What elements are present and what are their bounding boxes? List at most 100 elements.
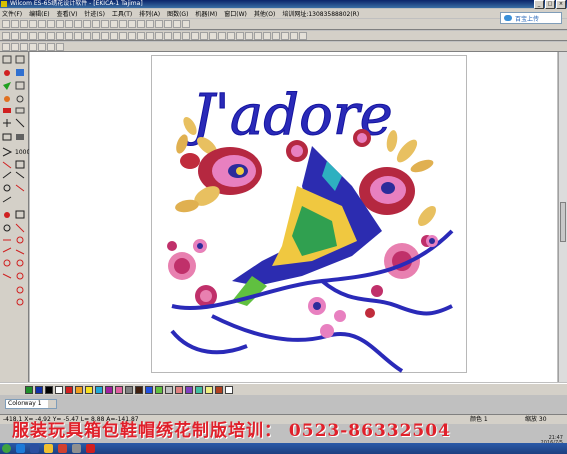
scale-icon[interactable] <box>245 31 253 40</box>
palette-swatch[interactable] <box>195 386 203 394</box>
palette-swatch[interactable] <box>135 386 143 394</box>
chevron-down-icon[interactable] <box>48 400 56 408</box>
palette-swatch[interactable] <box>205 386 213 394</box>
density-icon[interactable] <box>209 31 217 40</box>
maximize-button[interactable]: □ <box>545 0 555 9</box>
palette-swatch[interactable] <box>215 386 223 394</box>
menu-other[interactable]: 其他(O) <box>254 9 275 18</box>
palette-swatch[interactable] <box>25 386 33 394</box>
palette-swatch[interactable] <box>105 386 113 394</box>
minimize-button[interactable]: _ <box>534 0 544 9</box>
palette-swatch[interactable] <box>55 386 63 394</box>
trim-icon[interactable] <box>119 31 127 40</box>
monogram-icon[interactable] <box>74 31 82 40</box>
stop-icon[interactable] <box>146 31 154 40</box>
rotate-icon[interactable] <box>236 31 244 40</box>
lettering-icon[interactable] <box>65 31 73 40</box>
array-icon[interactable] <box>254 31 262 40</box>
menu-window[interactable]: 窗口(W) <box>224 9 247 18</box>
palette-swatch[interactable] <box>145 386 153 394</box>
task-app-icon[interactable] <box>58 444 67 453</box>
applique-icon[interactable] <box>83 31 91 40</box>
angle-icon[interactable] <box>218 31 226 40</box>
print-icon[interactable] <box>29 20 37 28</box>
break-icon[interactable] <box>56 42 64 51</box>
palette-swatch[interactable] <box>185 386 193 394</box>
merge-icon[interactable] <box>38 42 46 51</box>
zoom-in-icon[interactable] <box>83 20 91 28</box>
tie-icon[interactable] <box>128 31 136 40</box>
redo-icon[interactable] <box>74 20 82 28</box>
auto-start-end-icon[interactable] <box>182 31 190 40</box>
new-icon[interactable] <box>2 20 10 28</box>
palette-swatch[interactable] <box>95 386 103 394</box>
pattern-fill-icon[interactable] <box>92 31 100 40</box>
paste-icon[interactable] <box>56 20 64 28</box>
menu-stitch[interactable]: 针迹(S) <box>84 9 105 18</box>
triple-stitch-icon[interactable] <box>29 31 37 40</box>
menu-tools[interactable]: 工具(T) <box>112 9 132 18</box>
close-button[interactable]: × <box>556 0 566 9</box>
reshape-node-icon[interactable] <box>20 42 28 51</box>
blanket-stitch-icon[interactable] <box>56 31 64 40</box>
menu-arrange[interactable]: 排列(A) <box>139 9 160 18</box>
copy-icon[interactable] <box>47 20 55 28</box>
measure-icon[interactable] <box>155 20 163 28</box>
travel-icon[interactable] <box>137 20 145 28</box>
palette-swatch[interactable] <box>75 386 83 394</box>
task-ie-icon[interactable] <box>16 444 25 453</box>
task-photoshop-icon[interactable] <box>30 444 39 453</box>
palette-swatch[interactable] <box>125 386 133 394</box>
unlock-icon[interactable] <box>290 31 298 40</box>
knife-icon[interactable] <box>29 42 37 51</box>
fill-stitch-icon[interactable] <box>20 31 28 40</box>
task-wilcom-icon[interactable] <box>72 444 81 453</box>
open-icon[interactable] <box>11 20 19 28</box>
menu-graphics[interactable]: 图数(G) <box>167 9 188 18</box>
palette-swatch[interactable] <box>35 386 43 394</box>
help-icon[interactable] <box>182 20 190 28</box>
menu-view[interactable]: 查看(V) <box>57 9 78 18</box>
branching-icon[interactable] <box>164 31 172 40</box>
lock-icon[interactable] <box>281 31 289 40</box>
start-button[interactable] <box>2 444 11 453</box>
sequence-icon[interactable] <box>155 31 163 40</box>
select-icon[interactable] <box>164 20 172 28</box>
backstitch-icon[interactable] <box>38 31 46 40</box>
palette-swatch[interactable] <box>45 386 53 394</box>
underlay-icon[interactable] <box>191 31 199 40</box>
embroidery-design[interactable]: J'adore <box>151 55 467 373</box>
outline-view-icon[interactable] <box>128 20 136 28</box>
ungroup-icon[interactable] <box>272 31 280 40</box>
pointer-icon[interactable] <box>2 42 10 51</box>
palette-swatch[interactable] <box>225 386 233 394</box>
zoom-out-icon[interactable] <box>92 20 100 28</box>
group-icon[interactable] <box>263 31 271 40</box>
needle-icon[interactable] <box>146 20 154 28</box>
palette-swatch[interactable] <box>165 386 173 394</box>
menu-training[interactable]: 培训网址:13083588802(R) <box>282 9 359 18</box>
split-icon[interactable] <box>47 42 55 51</box>
save-icon[interactable] <box>20 20 28 28</box>
palette-swatch[interactable] <box>115 386 123 394</box>
cut-icon[interactable] <box>38 20 46 28</box>
palette-swatch[interactable] <box>175 386 183 394</box>
vertical-scrollbar[interactable] <box>558 52 567 382</box>
show-all-icon[interactable] <box>101 20 109 28</box>
colorway-select[interactable]: Colorway 1 <box>5 399 57 409</box>
palette-swatch[interactable] <box>85 386 93 394</box>
palette-swatch[interactable] <box>65 386 73 394</box>
satin-stitch-icon[interactable] <box>11 31 19 40</box>
pull-comp-icon[interactable] <box>200 31 208 40</box>
upload-button[interactable]: 百宝上传 <box>500 12 562 24</box>
stitch-view-icon[interactable] <box>119 20 127 28</box>
arrow-icon[interactable] <box>11 42 19 51</box>
closest-join-icon[interactable] <box>173 31 181 40</box>
run-stitch-icon[interactable] <box>2 31 10 40</box>
reshape-icon[interactable] <box>173 20 181 28</box>
undo-icon[interactable] <box>65 20 73 28</box>
align-icon[interactable] <box>299 31 307 40</box>
task-media-icon[interactable] <box>86 444 95 453</box>
cross-stitch-icon[interactable] <box>110 31 118 40</box>
motif-fill-icon[interactable] <box>101 31 109 40</box>
